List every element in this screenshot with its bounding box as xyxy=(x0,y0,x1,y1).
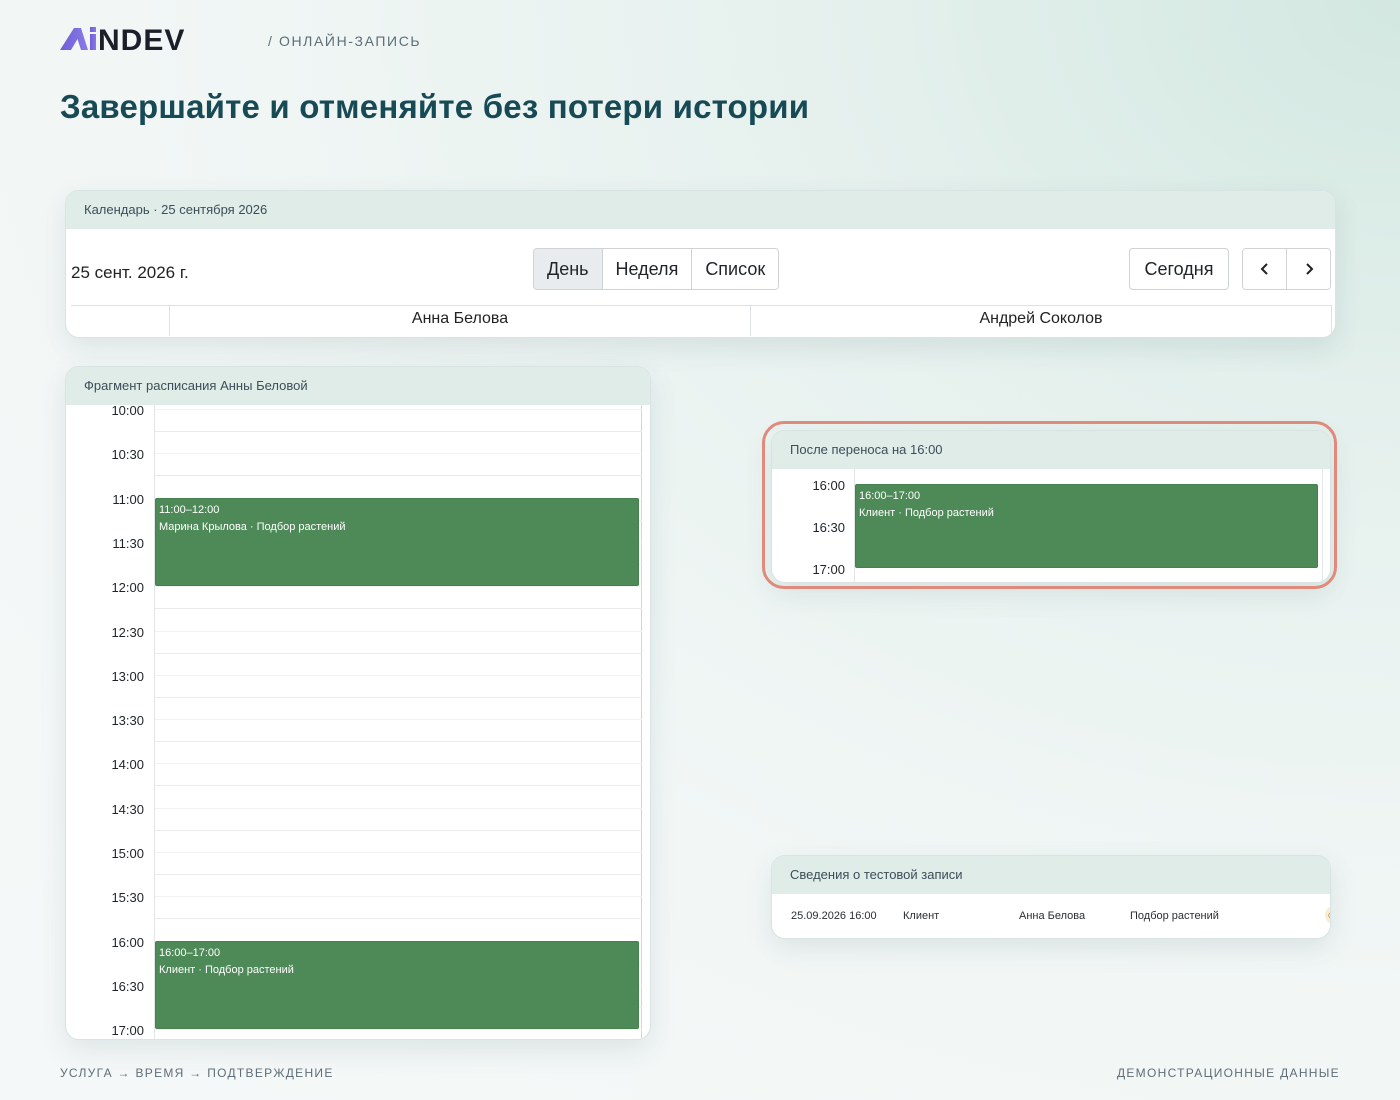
event-time: 16:00–17:00 xyxy=(159,946,221,959)
status-badge: с xyxy=(1325,906,1330,924)
grid-line xyxy=(155,1029,642,1031)
after-body: 16:00 16:30 17:00 16:00–17:00 Клиент · Под… xyxy=(772,469,1330,582)
grid-line xyxy=(155,785,642,787)
time-label: 16:30 xyxy=(111,978,144,994)
footer-demo-note: ДЕМОНСТРАЦИОННЫЕ ДАННЫЕ xyxy=(1116,1066,1340,1080)
time-label: 13:00 xyxy=(111,668,144,684)
time-label: 11:30 xyxy=(112,535,144,551)
details-card: Сведения о тестовой записи 25.09.2026 16… xyxy=(771,855,1331,939)
today-button[interactable]: Сегодня xyxy=(1129,248,1229,290)
resource-anna: Анна Белова xyxy=(170,306,751,336)
time-label: 17:00 xyxy=(812,562,845,577)
time-label: 15:00 xyxy=(111,846,144,861)
after-card-title: После переноса на 16:00 xyxy=(772,431,1330,469)
grid-line xyxy=(155,852,642,853)
detail-service: Подбор растений xyxy=(1130,910,1219,922)
grid-line xyxy=(155,763,642,765)
grid-line xyxy=(155,453,642,455)
grid-line xyxy=(155,696,642,698)
time-label: 15:30 xyxy=(111,890,144,906)
grid-line xyxy=(155,741,642,743)
event-title: Клиент · Подбор растений xyxy=(859,507,994,519)
event-title: Клиент · Подбор растений xyxy=(159,963,294,976)
view-week-button[interactable]: Неделя xyxy=(602,249,693,289)
event-time: 16:00–17:00 xyxy=(859,490,921,502)
grid-line xyxy=(155,674,642,676)
view-switcher: День Неделя Список xyxy=(533,248,780,290)
grid-line xyxy=(155,829,642,831)
detail-master: Анна Белова xyxy=(1019,910,1086,922)
schedule-event[interactable]: 11:00–12:00 Марина Крылова · Подбор расте… xyxy=(155,497,639,587)
time-label: 16:30 xyxy=(812,520,845,535)
schedule-body: 10:00 10:30 11:00 11:30 12:00 12:30 13:00 13:30… xyxy=(66,403,650,1039)
grid-line xyxy=(155,475,642,477)
prev-button[interactable] xyxy=(1243,249,1287,289)
grid-line xyxy=(155,652,642,654)
grid-line xyxy=(155,409,642,410)
grid-line xyxy=(155,608,642,610)
date-nav xyxy=(1242,248,1331,290)
time-label: 17:00 xyxy=(111,1023,144,1039)
resource-header: Анна Белова Андрей Соколов xyxy=(71,305,1332,336)
grid-line xyxy=(155,807,642,809)
after-reschedule-card: После переноса на 16:00 16:00 16:30 17:00 … xyxy=(771,430,1331,583)
time-label: 14:00 xyxy=(111,757,144,773)
grid-line xyxy=(155,586,642,588)
schedule-card: Фрагмент расписания Анны Беловой 10:00 10… xyxy=(65,366,651,1040)
grid-line xyxy=(155,630,642,632)
time-label: 12:00 xyxy=(111,580,144,596)
schedule-grid: 11:00–12:00 Марина Крылова · Подбор расте… xyxy=(154,405,642,1039)
time-label: 13:30 xyxy=(111,713,144,729)
event-time: 11:00–12:00 xyxy=(159,503,220,516)
time-label: 10:00 xyxy=(111,403,144,418)
schedule-card-title: Фрагмент расписания Анны Беловой xyxy=(66,367,650,405)
grid-line xyxy=(155,719,642,721)
time-label: 12:30 xyxy=(111,624,144,640)
details-card-title: Сведения о тестовой записи xyxy=(772,856,1330,894)
after-grid: 16:00–17:00 Клиент · Подбор растений xyxy=(854,469,1330,582)
grid-line xyxy=(155,896,642,898)
calendar-card-title: Календарь · 25 сентября 2026 xyxy=(66,191,1335,229)
breadcrumb: / ОНЛАЙН-ЗАПИСЬ xyxy=(268,33,422,49)
page-title: Завершайте и отменяйте без потери истори… xyxy=(60,88,810,125)
grid-line xyxy=(155,431,642,432)
table-row: 25.09.2026 16:00 Клиент Анна Белова Подб… xyxy=(772,894,1330,938)
rescheduled-event[interactable]: 16:00–17:00 Клиент · Подбор растений xyxy=(855,484,1318,568)
time-label: 16:00 xyxy=(812,478,845,493)
chevron-right-icon xyxy=(1305,263,1313,275)
next-button[interactable] xyxy=(1287,249,1330,289)
time-label: 11:00 xyxy=(112,491,144,507)
schedule-event[interactable]: 16:00–17:00 Клиент · Подбор растений xyxy=(155,940,639,1030)
time-label: 14:30 xyxy=(111,801,144,817)
view-day-button[interactable]: День xyxy=(534,249,603,289)
time-label: 16:00 xyxy=(111,934,144,950)
aindev-logo: NDEV xyxy=(60,26,185,54)
detail-datetime: 25.09.2026 16:00 xyxy=(791,910,877,922)
grid-line xyxy=(155,918,642,920)
resource-axis-cell xyxy=(71,306,170,336)
view-list-button[interactable]: Список xyxy=(692,249,779,289)
svg-text:NDEV: NDEV xyxy=(98,26,185,54)
time-label: 10:30 xyxy=(111,447,144,463)
chevron-left-icon xyxy=(1260,263,1268,275)
calendar-card: Календарь · 25 сентября 2026 25 сент. 20… xyxy=(65,190,1336,338)
grid-line xyxy=(155,874,642,875)
calendar-date-label: 25 сент. 2026 г. xyxy=(71,263,189,282)
detail-client: Клиент xyxy=(903,910,940,922)
event-title: Марина Крылова · Подбор растений xyxy=(159,520,346,533)
footer-steps: УСЛУГА → ВРЕМЯ → ПОДТВЕРЖДЕНИЕ xyxy=(60,1066,334,1080)
resource-andrey: Андрей Соколов xyxy=(751,306,1332,336)
